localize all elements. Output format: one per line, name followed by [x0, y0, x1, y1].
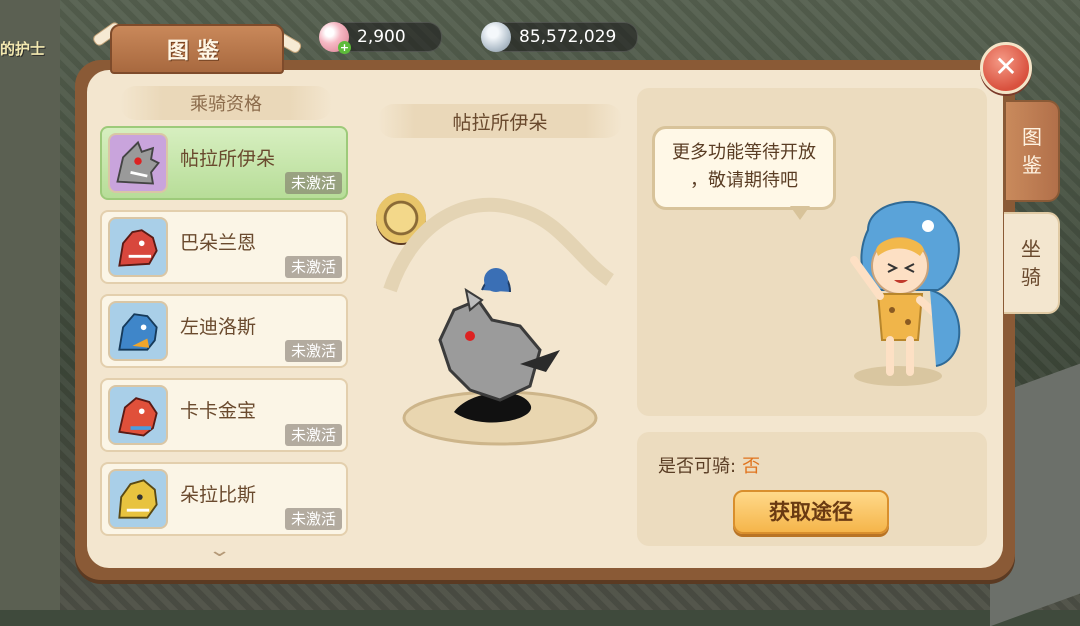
- npc-name-label: 的护士: [0, 40, 46, 58]
- status-badge: 未激活: [284, 508, 342, 530]
- chevron-down-icon[interactable]: ⌄: [207, 540, 231, 561]
- mount-name: 帖拉所伊朵: [180, 148, 276, 170]
- pink-pearl-icon: +: [319, 22, 351, 54]
- mount-model-preview: [383, 197, 615, 446]
- tab-mount-char2: 骑: [1021, 265, 1041, 289]
- rideable-label: 是否可骑:: [658, 456, 737, 477]
- close-x-icon: ✕: [994, 50, 1018, 83]
- mount-avatar-icon: [108, 385, 168, 445]
- rideable-value: 否: [742, 456, 761, 477]
- rideable-row: 是否可骑: 否: [658, 452, 760, 478]
- bubble-tail: [790, 206, 810, 220]
- stone-amount: 85,572,029: [519, 27, 617, 47]
- mount-name: 左迪洛斯: [180, 316, 257, 338]
- list-item[interactable]: 帖拉所伊朵 未激活: [100, 126, 348, 200]
- mount-list[interactable]: 帖拉所伊朵 未激活 巴朵兰恩 未激活 左迪洛斯 未激活 卡卡金宝 未激活 朵拉比…: [100, 126, 350, 546]
- list-item[interactable]: 朵拉比斯 未激活: [100, 462, 348, 536]
- bubble-text-line1: 更多功能等待开放: [672, 142, 816, 163]
- close-button[interactable]: ✕: [980, 42, 1032, 94]
- tab-mount[interactable]: 坐 骑: [1004, 212, 1060, 314]
- mount-name: 卡卡金宝: [180, 400, 257, 422]
- obtain-method-button[interactable]: 获取途径: [733, 490, 889, 534]
- list-header: 乘骑资格: [120, 86, 332, 120]
- status-badge: 未激活: [284, 424, 342, 446]
- speech-bubble: 更多功能等待开放 ，敬请期待吧: [652, 126, 836, 210]
- list-item[interactable]: 巴朵兰恩 未激活: [100, 210, 348, 284]
- mount-name: 朵拉比斯: [180, 484, 257, 506]
- tab-encyclopedia-char1: 图: [1022, 125, 1042, 149]
- status-badge: 未激活: [284, 172, 342, 194]
- stone-coin-icon: [481, 22, 511, 52]
- mount-name: 巴朵兰恩: [180, 232, 257, 254]
- mount-avatar-icon: [108, 301, 168, 361]
- tab-encyclopedia[interactable]: 图 鉴: [1004, 100, 1060, 202]
- status-badge: 未激活: [284, 340, 342, 362]
- pearl-currency[interactable]: + 2,900: [319, 22, 442, 54]
- stone-currency: 85,572,029: [481, 22, 638, 52]
- list-item[interactable]: 左迪洛斯 未激活: [100, 294, 348, 368]
- tab-mount-char1: 坐: [1021, 237, 1041, 261]
- mount-avatar-icon: [108, 133, 168, 193]
- mount-title: 帖拉所伊朵: [378, 104, 622, 138]
- status-badge: 未激活: [284, 256, 342, 278]
- mount-avatar-icon: [108, 217, 168, 277]
- background-wall: [0, 0, 60, 610]
- pearl-amount: 2,900: [357, 27, 406, 47]
- mount-avatar-icon: [108, 469, 168, 529]
- window-title: 图鉴: [110, 24, 284, 74]
- mascot-character: [850, 200, 961, 386]
- plus-icon[interactable]: +: [338, 41, 351, 54]
- tab-encyclopedia-char2: 鉴: [1022, 153, 1042, 177]
- bubble-text-line2: ，敬请期待吧: [690, 170, 798, 191]
- list-item[interactable]: 卡卡金宝 未激活: [100, 378, 348, 452]
